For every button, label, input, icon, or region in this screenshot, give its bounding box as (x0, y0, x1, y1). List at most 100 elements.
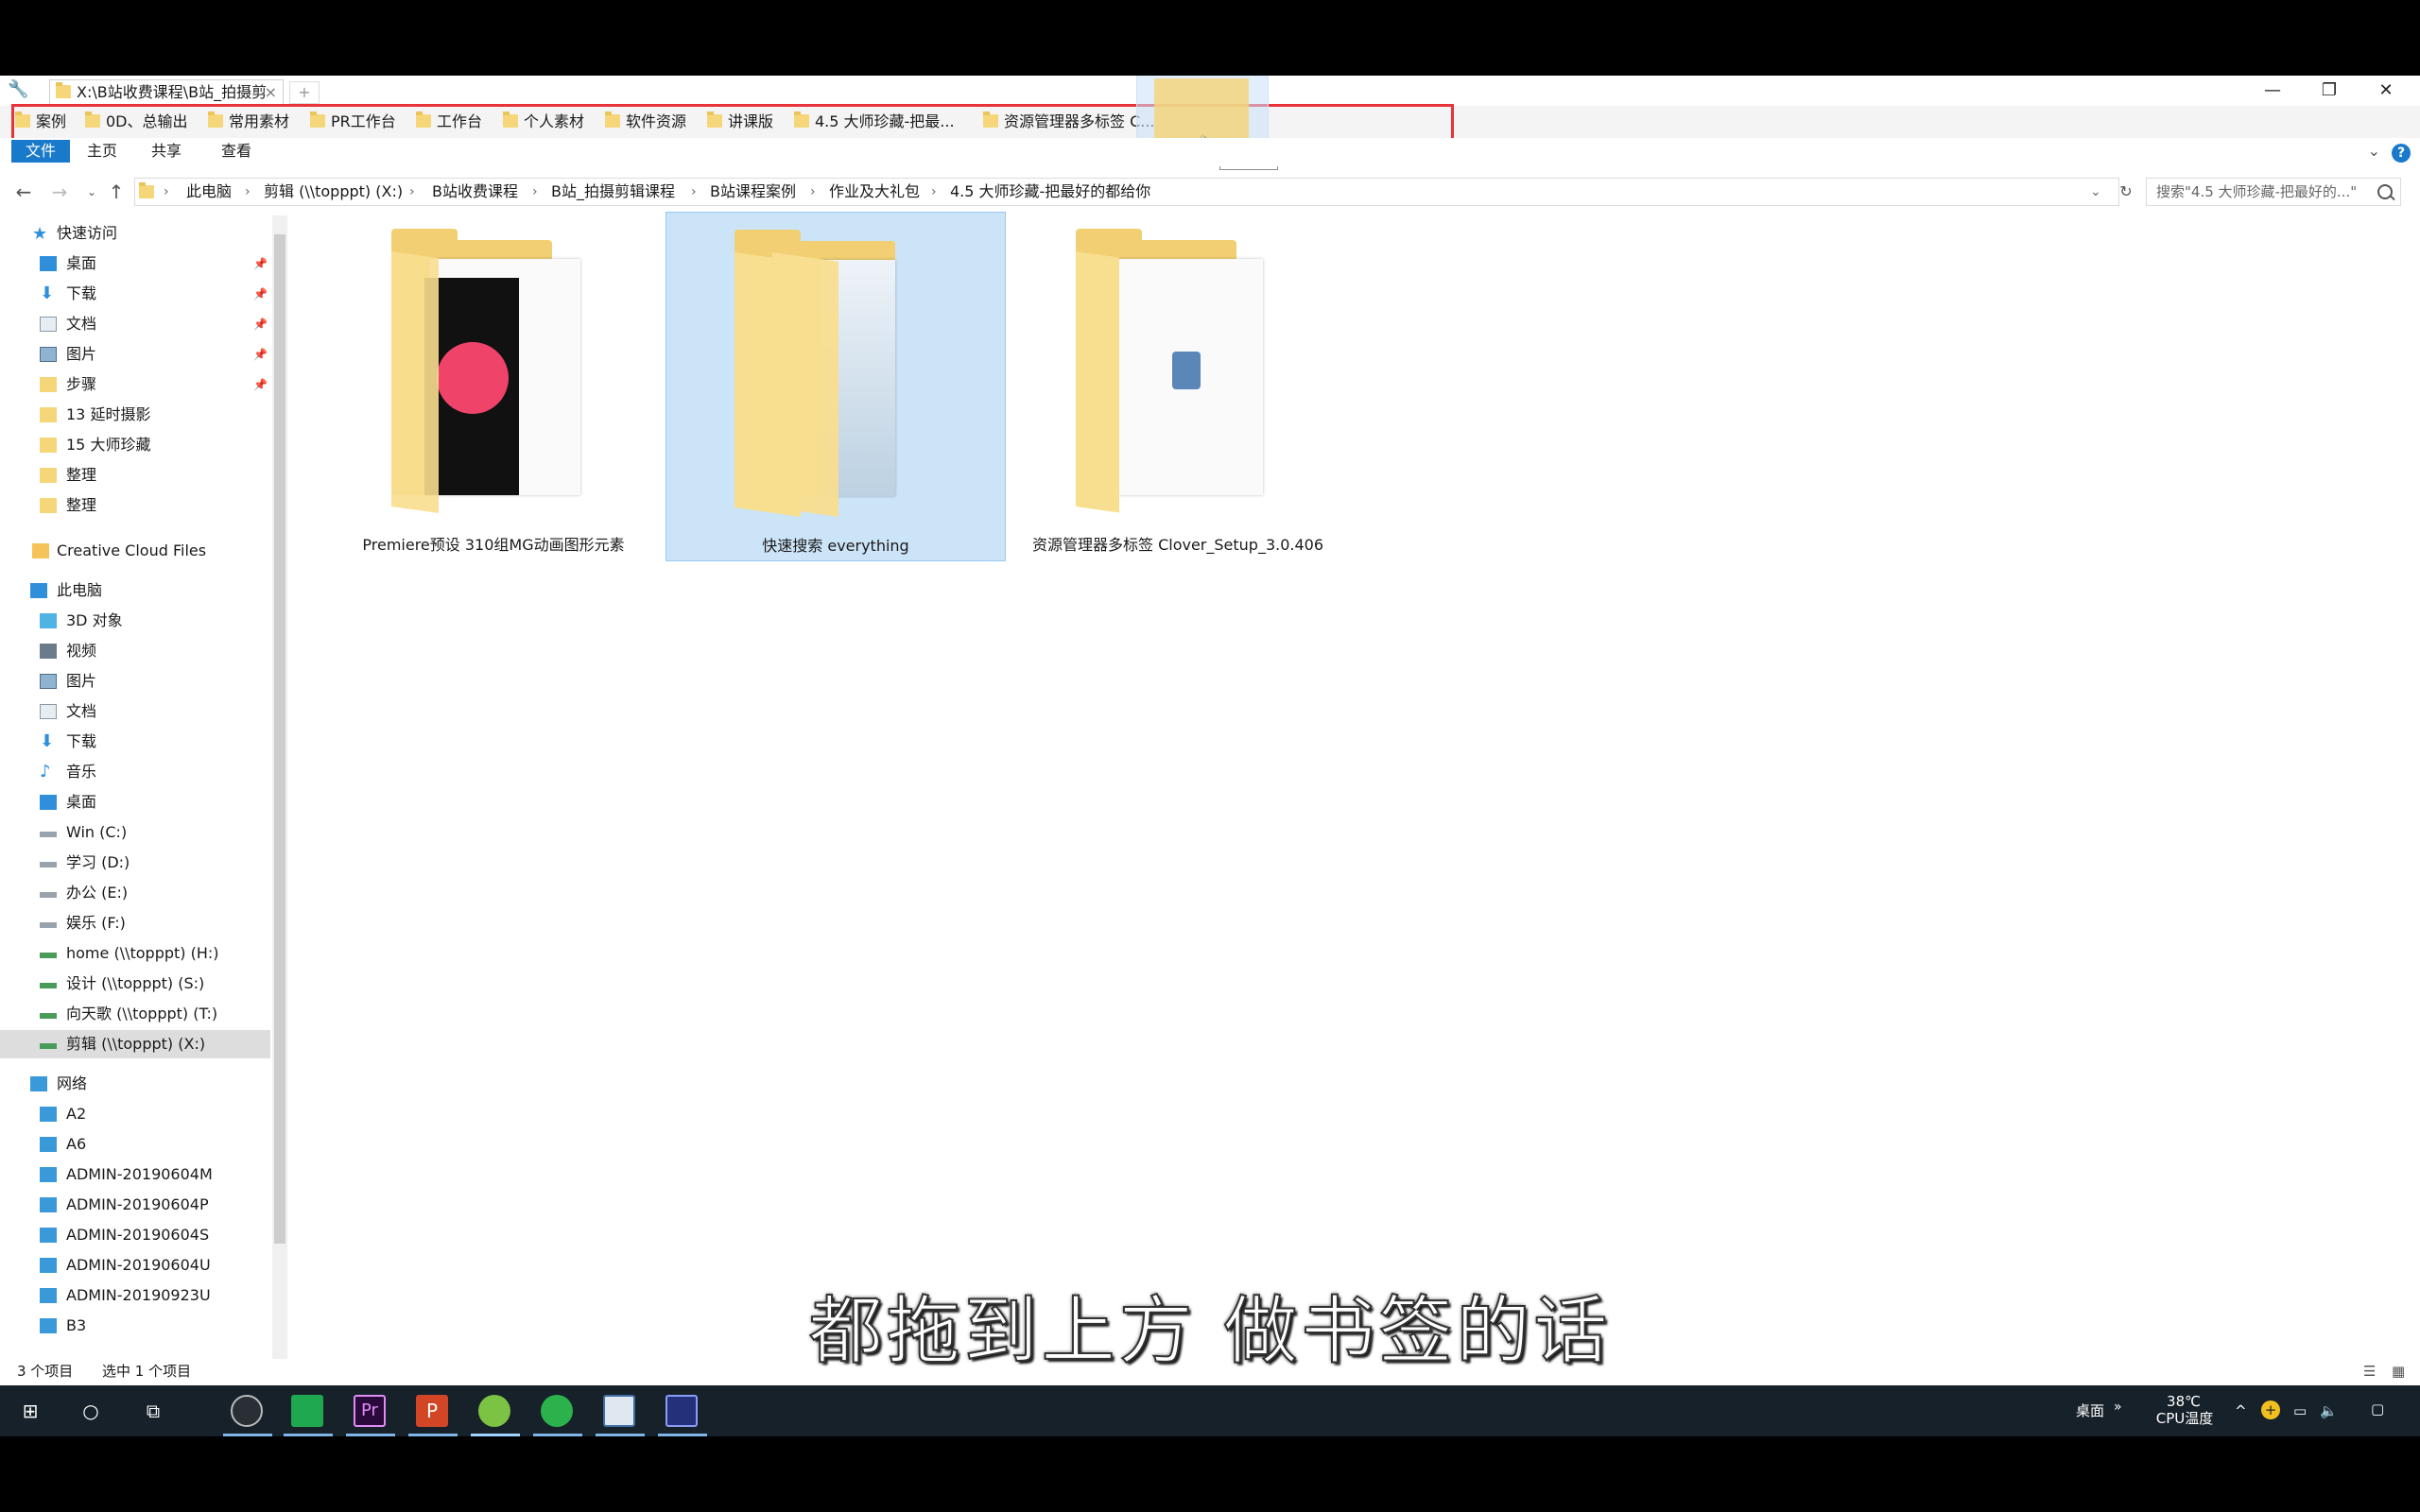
sidebar-item[interactable]: 办公 (E:) (0, 879, 270, 907)
sidebar-item[interactable]: A6 (0, 1130, 270, 1159)
sidebar-item[interactable]: 文档 (0, 697, 270, 726)
sidebar-item[interactable]: 步骤 📌 (0, 370, 270, 399)
sidebar-item[interactable]: 图片 📌 (0, 340, 270, 369)
sidebar-item[interactable]: 图片 (0, 667, 270, 696)
maximize-button[interactable]: ❐ (2301, 77, 2358, 104)
search-input[interactable]: 搜索"4.5 大师珍藏-把最好的..." (2146, 178, 2401, 206)
sidebar-item[interactable]: home (\\topppt) (H:) (0, 939, 270, 968)
tab-share[interactable]: 共享 (144, 140, 189, 163)
sidebar-item[interactable]: 向天歌 (\\topppt) (T:) (0, 1000, 270, 1028)
wrench-icon[interactable]: 🔧 (8, 79, 28, 99)
chevron-down-icon[interactable]: ⌄ (2368, 142, 2380, 160)
chevron-right-icon: › (409, 184, 415, 199)
close-button[interactable]: ✕ (2358, 77, 2414, 104)
breadcrumb[interactable]: 4.5 大师珍藏-把最好的都给你 (950, 179, 1150, 205)
file-item[interactable]: Premiere预设 310组MG动画图形元素 (323, 212, 664, 561)
network-icon[interactable]: ▭ (2293, 1402, 2307, 1419)
chevron-right-icon[interactable]: » (2114, 1399, 2122, 1416)
refresh-button[interactable]: ↻ (2114, 180, 2138, 204)
task-view-icon[interactable]: ⧉ (129, 1391, 178, 1431)
pin-icon[interactable]: 📌 (253, 249, 268, 278)
sidebar-item[interactable]: ADMIN-20190604S (0, 1221, 270, 1249)
sidebar-item[interactable]: 整理 (0, 461, 270, 490)
scroll-thumb[interactable] (274, 234, 285, 1244)
tray-desktop[interactable]: 桌面 (2076, 1402, 2104, 1419)
sidebar-item[interactable]: 视频 (0, 637, 270, 665)
sidebar-item[interactable]: 整理 (0, 491, 270, 520)
file-item[interactable]: 资源管理器多标签 Clover_Setup_3.0.406 (1008, 212, 1348, 561)
sidebar-item[interactable]: Win (C:) (0, 818, 270, 847)
sidebar-item[interactable]: 设计 (\\topppt) (S:) (0, 970, 270, 998)
new-tab-button[interactable]: + (289, 81, 320, 104)
sidebar-label: 整理 (66, 496, 97, 514)
minimize-button[interactable]: — (2244, 77, 2301, 104)
sidebar-item[interactable]: 15 大师珍藏 (0, 431, 270, 459)
sidebar-item[interactable]: 3D 对象 (0, 607, 270, 635)
pin-icon[interactable]: 📌 (253, 280, 268, 308)
pin-icon[interactable]: 📌 (253, 370, 268, 399)
sidebar-item-quick-access[interactable]: ★ 快速访问 (0, 219, 270, 248)
breadcrumb[interactable]: 剪辑 (\\topppt) (X:) (264, 179, 403, 205)
address-bar[interactable]: › 此电脑 › 剪辑 (\\topppt) (X:) › B站收费课程 › B站… (134, 178, 2119, 206)
clover-icon[interactable] (478, 1395, 510, 1427)
browser-icon[interactable] (541, 1395, 573, 1427)
sidebar-item-creative-cloud[interactable]: Creative Cloud Files (0, 537, 270, 565)
tab-view[interactable]: 查看 (214, 140, 259, 163)
editor-icon[interactable] (603, 1395, 635, 1427)
sidebar-item[interactable]: A2 (0, 1100, 270, 1128)
tab-close-button[interactable]: × (265, 80, 277, 104)
pin-icon[interactable]: 📌 (253, 310, 268, 338)
breadcrumb[interactable]: 作业及大礼包 (829, 179, 920, 205)
sidebar-item[interactable]: 娱乐 (F:) (0, 909, 270, 937)
sidebar-item[interactable]: 桌面 (0, 788, 270, 816)
pin-icon[interactable]: 📌 (253, 340, 268, 369)
back-button[interactable]: ← (11, 180, 36, 204)
computer-icon (40, 1167, 57, 1182)
windows-start-icon[interactable]: ⊞ (6, 1391, 55, 1431)
folder-icon (139, 182, 154, 198)
breadcrumb[interactable]: B站_拍摄剪辑课程 (551, 179, 675, 205)
tab-home[interactable]: 主页 (79, 140, 125, 163)
chevron-up-icon[interactable]: ^ (2235, 1402, 2247, 1419)
search-icon[interactable]: ○ (66, 1391, 115, 1431)
sidebar-item[interactable]: ⬇ 下载 📌 (0, 280, 270, 308)
forward-button[interactable]: → (47, 180, 72, 204)
sidebar-item[interactable]: 文档 📌 (0, 310, 270, 338)
volume-icon[interactable]: 🔈 (2320, 1402, 2338, 1419)
breadcrumb[interactable]: B站课程案例 (710, 179, 796, 205)
sidebar-item[interactable]: ♪ 音乐 (0, 758, 270, 786)
video-icon (40, 644, 57, 659)
search-icon[interactable] (2377, 184, 2393, 199)
premiere-icon[interactable]: Pr (354, 1395, 386, 1427)
sidebar-item[interactable]: 桌面 📌 (0, 249, 270, 278)
wechat-work-icon[interactable] (291, 1395, 323, 1427)
sidebar-label: 视频 (66, 642, 97, 660)
chevron-down-icon[interactable]: ⌄ (2090, 179, 2101, 205)
powerpoint-icon[interactable]: P (416, 1395, 448, 1427)
breadcrumb[interactable]: 此电脑 (186, 179, 232, 205)
app-icon[interactable] (666, 1395, 698, 1427)
network-drive-icon (40, 983, 57, 988)
up-button[interactable]: ↑ (104, 180, 129, 204)
plus-icon[interactable]: + (2261, 1400, 2280, 1419)
sidebar-item-selected[interactable]: 剪辑 (\\topppt) (X:) (0, 1030, 270, 1058)
chevron-right-icon: › (532, 184, 538, 199)
recent-dropdown[interactable]: ⌄ (79, 180, 104, 204)
sidebar-scrollbar[interactable] (272, 215, 287, 1359)
cpu-temp: 38℃ (2167, 1393, 2201, 1410)
sidebar-item[interactable]: ADMIN-20190604P (0, 1191, 270, 1219)
obs-icon[interactable] (231, 1395, 263, 1427)
sidebar-item[interactable]: ⬇ 下载 (0, 728, 270, 756)
file-item[interactable]: 快速搜索 everything (666, 212, 1006, 561)
tab-current-folder[interactable]: X:\B站收费课程\B站_拍摄剪 × (49, 79, 284, 104)
breadcrumb[interactable]: B站收费课程 (432, 179, 518, 205)
sidebar-item[interactable]: ADMIN-20190604M (0, 1160, 270, 1189)
help-icon[interactable]: ? (2392, 144, 2411, 163)
sidebar-item-network[interactable]: 网络 (0, 1070, 270, 1098)
network-drive-icon (40, 953, 57, 958)
sidebar-item-this-pc[interactable]: 此电脑 (0, 576, 270, 605)
sidebar-item[interactable]: 学习 (D:) (0, 849, 270, 877)
sidebar-item[interactable]: 13 延时摄影 (0, 401, 270, 429)
notification-icon[interactable]: ▢ (2371, 1400, 2384, 1418)
tab-file[interactable]: 文件 (11, 140, 70, 163)
